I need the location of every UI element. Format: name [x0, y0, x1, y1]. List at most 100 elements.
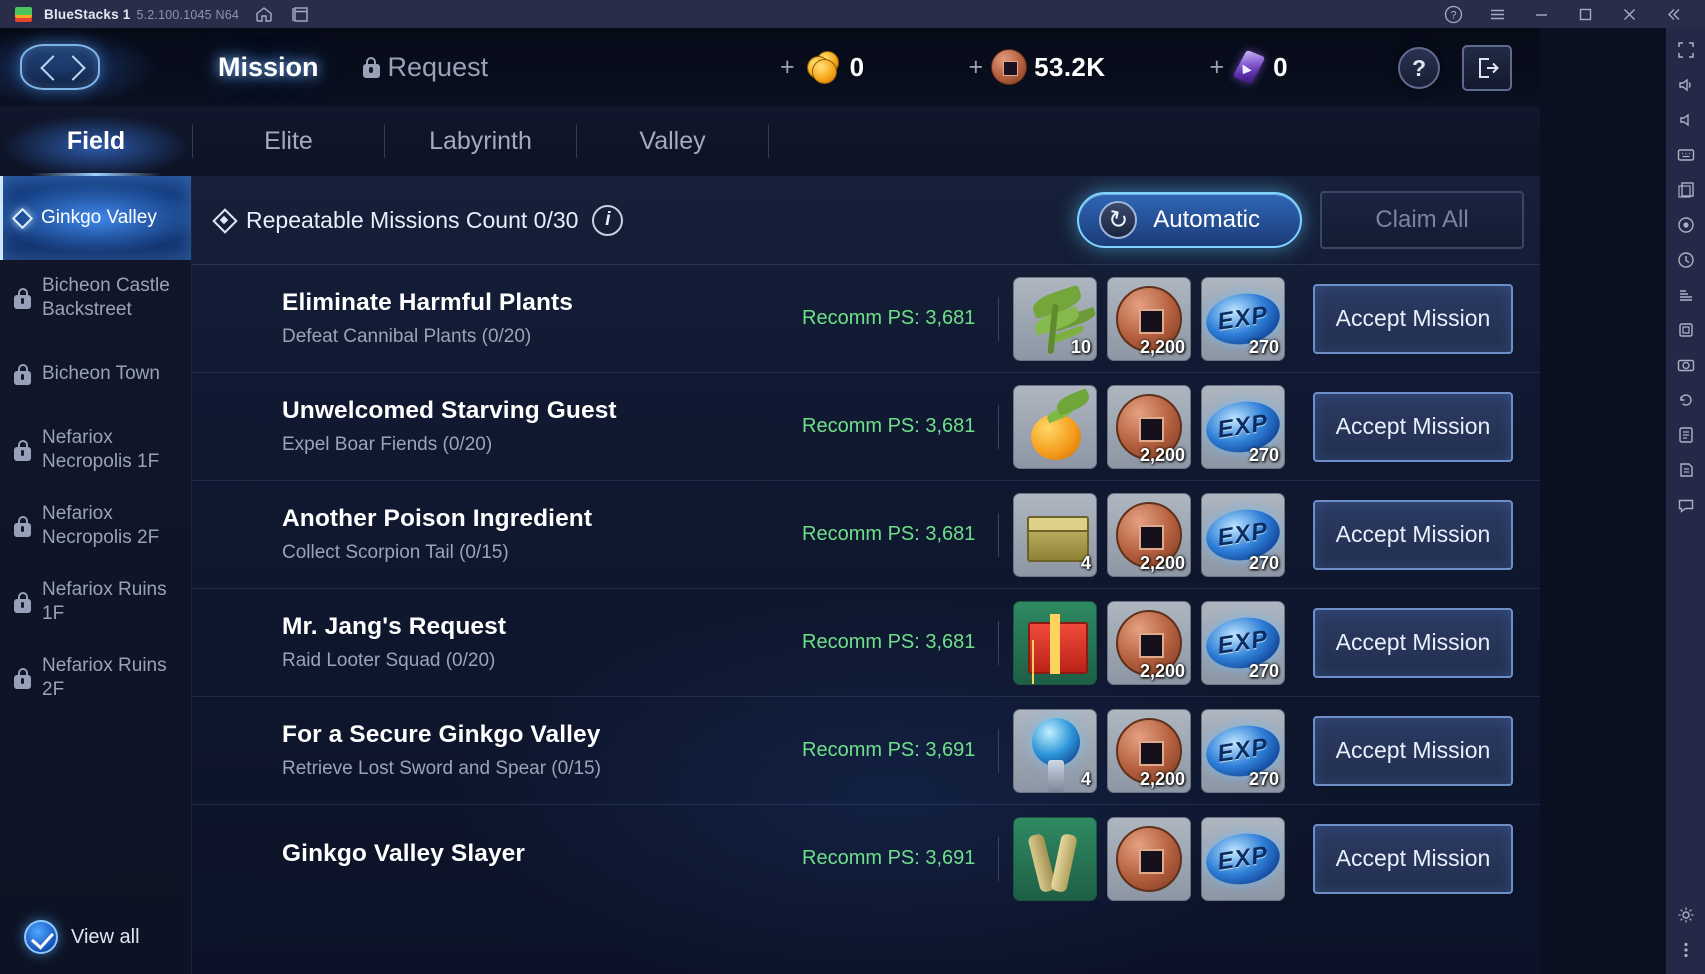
- table-row[interactable]: Unwelcomed Starving Guest Expel Boar Fie…: [192, 372, 1540, 480]
- screenshot-icon[interactable]: [1670, 349, 1702, 381]
- reward-slot-exp[interactable]: EXP 270: [1201, 708, 1285, 793]
- settings-icon[interactable]: [1670, 899, 1702, 931]
- reward-slot-coin[interactable]: [1107, 816, 1191, 901]
- table-row[interactable]: Ginkgo Valley Slayer Recomm PS: 3,691 EX…: [192, 804, 1540, 912]
- bronze-add-icon[interactable]: +: [968, 54, 983, 80]
- eco-mode-icon[interactable]: [1670, 279, 1702, 311]
- accept-mission-button[interactable]: Accept Mission: [1313, 283, 1513, 354]
- reward-slot-box[interactable]: 4: [1013, 492, 1097, 577]
- reward-qty: 4: [1080, 768, 1091, 789]
- reward-slot-coin[interactable]: 2,200: [1107, 384, 1191, 469]
- record-icon[interactable]: [1670, 209, 1702, 241]
- volume-up-icon[interactable]: [1670, 69, 1702, 101]
- accept-mission-label: Accept Mission: [1335, 521, 1491, 547]
- mission-list: Eliminate Harmful Plants Defeat Cannibal…: [192, 264, 1540, 974]
- multi-instance-icon[interactable]: [289, 3, 311, 25]
- sidebar-item-bicheon-town[interactable]: Bicheon Town: [0, 336, 191, 412]
- tab-mission[interactable]: Mission: [190, 48, 347, 87]
- collapse-icon[interactable]: [1651, 0, 1695, 28]
- crystal-add-icon[interactable]: +: [1209, 54, 1224, 80]
- home-icon[interactable]: [253, 3, 275, 25]
- currency-bronze[interactable]: + 53.2K: [968, 49, 1105, 85]
- reward-slot-coin[interactable]: 2,200: [1107, 276, 1191, 361]
- mission-panel: Repeatable Missions Count 0/30 i Automat…: [192, 176, 1540, 974]
- table-row[interactable]: Another Poison Ingredient Collect Scorpi…: [192, 480, 1540, 588]
- view-all-toggle[interactable]: View all: [0, 900, 191, 974]
- accept-mission-button[interactable]: Accept Mission: [1313, 607, 1513, 678]
- volume-down-icon[interactable]: [1670, 104, 1702, 136]
- copy-icon[interactable]: [1670, 174, 1702, 206]
- reward-slot-coin[interactable]: 2,200: [1107, 600, 1191, 685]
- mission-title: Ginkgo Valley Slayer: [282, 840, 526, 867]
- multi-instance-icon[interactable]: [1670, 314, 1702, 346]
- mission-title: Eliminate Harmful Plants: [282, 289, 574, 316]
- checkbox-checked-icon[interactable]: [24, 920, 58, 954]
- reward-slot-exp[interactable]: EXP 270: [1201, 384, 1285, 469]
- scroll-icon: [1014, 818, 1096, 900]
- sidebar-item-nefariox-necropolis-1f[interactable]: Nefariox Necropolis 1F: [0, 412, 191, 488]
- game-help-button[interactable]: ?: [1398, 47, 1440, 89]
- tab-labyrinth-label: Labyrinth: [429, 126, 532, 155]
- table-row[interactable]: Mr. Jang's Request Raid Looter Squad (0/…: [192, 588, 1540, 696]
- reward-slot-exp[interactable]: EXP 270: [1201, 492, 1285, 577]
- automatic-button[interactable]: Automatic: [1077, 192, 1302, 248]
- maximize-icon[interactable]: [1563, 0, 1607, 28]
- reward-group: 4 2,200 EXP 270: [1013, 492, 1285, 577]
- rotate-icon[interactable]: [1670, 384, 1702, 416]
- reward-slot-coin[interactable]: 2,200: [1107, 492, 1191, 577]
- reward-qty: 270: [1248, 552, 1279, 573]
- reward-slot-coin[interactable]: 2,200: [1107, 708, 1191, 793]
- script-icon[interactable]: [1670, 454, 1702, 486]
- accept-mission-button[interactable]: Accept Mission: [1313, 823, 1513, 894]
- close-icon[interactable]: [1607, 0, 1651, 28]
- reward-slot-scroll[interactable]: [1013, 816, 1097, 901]
- reward-slot-exp[interactable]: EXP 270: [1201, 276, 1285, 361]
- lock-icon: [362, 56, 380, 78]
- help-icon[interactable]: ?: [1431, 0, 1475, 28]
- clock-icon[interactable]: [1670, 244, 1702, 276]
- sidebar-item-ginkgo-valley[interactable]: Ginkgo Valley: [0, 176, 191, 260]
- reward-slot-fruit[interactable]: [1013, 384, 1097, 469]
- currency-gold[interactable]: + 0: [780, 50, 864, 84]
- chat-icon[interactable]: [1670, 489, 1702, 521]
- accept-mission-button[interactable]: Accept Mission: [1313, 715, 1513, 786]
- table-row[interactable]: For a Secure Ginkgo Valley Retrieve Lost…: [192, 696, 1540, 804]
- accept-mission-button[interactable]: Accept Mission: [1313, 391, 1513, 462]
- trim-icon[interactable]: [1670, 419, 1702, 451]
- menu-icon[interactable]: [1475, 0, 1519, 28]
- reward-slot-plant[interactable]: 10: [1013, 276, 1097, 361]
- lock-icon: [14, 515, 31, 537]
- recommended-power-score: Recomm PS: 3,691: [802, 739, 976, 761]
- row-divider: [998, 728, 999, 773]
- accept-mission-button[interactable]: Accept Mission: [1313, 499, 1513, 570]
- exit-button[interactable]: [1462, 45, 1512, 91]
- reward-slot-gift[interactable]: [1013, 600, 1097, 685]
- minimize-icon[interactable]: [1519, 0, 1563, 28]
- tab-labyrinth[interactable]: Labyrinth: [385, 106, 576, 176]
- reward-qty: 2,200: [1139, 336, 1185, 357]
- table-row[interactable]: Eliminate Harmful Plants Defeat Cannibal…: [192, 264, 1540, 372]
- fullscreen-icon[interactable]: [1670, 34, 1702, 66]
- tab-field[interactable]: Field: [0, 106, 192, 176]
- sidebar-item-nefariox-ruins-2f[interactable]: Nefariox Ruins 2F: [0, 640, 191, 716]
- keymapping-icon[interactable]: [1670, 139, 1702, 171]
- info-icon[interactable]: i: [592, 204, 624, 236]
- reward-slot-exp[interactable]: EXP: [1201, 816, 1285, 901]
- sidebar-item-nefariox-ruins-1f[interactable]: Nefariox Ruins 1F: [0, 564, 191, 640]
- tab-request[interactable]: Request: [341, 48, 511, 87]
- tab-valley[interactable]: Valley: [577, 106, 768, 176]
- more-icon[interactable]: [1670, 934, 1702, 966]
- sidebar-item-bicheon-castle-backstreet[interactable]: Bicheon Castle Backstreet: [0, 260, 191, 336]
- tab-valley-label: Valley: [639, 126, 706, 155]
- accept-mission-label: Accept Mission: [1335, 845, 1491, 871]
- gold-add-icon[interactable]: +: [780, 54, 795, 80]
- reward-slot-exp[interactable]: EXP 270: [1201, 600, 1285, 685]
- tab-elite[interactable]: Elite: [193, 106, 384, 176]
- reward-group: 4 2,200 EXP 270: [1013, 708, 1285, 793]
- purple-crystal-icon: [1232, 49, 1266, 85]
- reward-slot-orb[interactable]: 4: [1013, 708, 1097, 793]
- sidebar-item-label: Nefariox Ruins 1F: [42, 579, 167, 624]
- claim-all-button[interactable]: Claim All: [1320, 191, 1524, 249]
- currency-crystal[interactable]: + 0: [1209, 49, 1288, 85]
- sidebar-item-nefariox-necropolis-2f[interactable]: Nefariox Necropolis 2F: [0, 488, 191, 564]
